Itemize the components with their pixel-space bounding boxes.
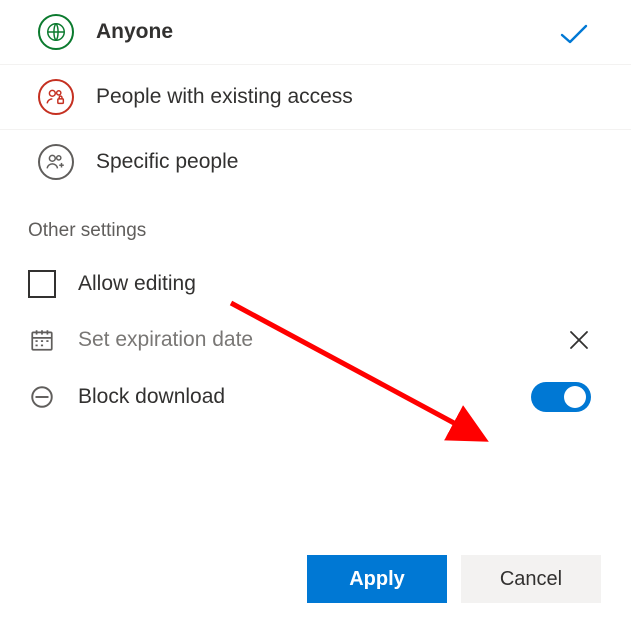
option-anyone[interactable]: Anyone <box>0 0 631 65</box>
expiration-row[interactable]: Set expiration date <box>28 326 591 354</box>
calendar-icon <box>28 326 56 354</box>
option-label: People with existing access <box>96 85 353 109</box>
people-lock-icon <box>38 79 74 115</box>
cancel-button[interactable]: Cancel <box>461 555 601 603</box>
block-download-label: Block download <box>78 385 225 409</box>
checkmark-icon <box>559 22 589 51</box>
other-settings-section: Other settings Allow editing Set expirat… <box>0 194 631 412</box>
people-plus-icon <box>38 144 74 180</box>
block-icon <box>28 383 56 411</box>
expiration-label: Set expiration date <box>78 328 253 352</box>
settings-heading: Other settings <box>28 220 591 242</box>
allow-editing-label: Allow editing <box>78 272 196 296</box>
toggle-knob <box>564 386 586 408</box>
allow-editing-row[interactable]: Allow editing <box>28 270 591 298</box>
block-download-row: Block download <box>28 382 591 412</box>
clear-expiration-button[interactable] <box>567 328 591 352</box>
option-specific-people[interactable]: Specific people <box>0 130 631 194</box>
option-label: Anyone <box>96 20 173 44</box>
globe-icon <box>38 14 74 50</box>
share-options-list: Anyone People with existing access <box>0 0 631 194</box>
dialog-buttons: Apply Cancel <box>307 555 601 603</box>
allow-editing-checkbox[interactable] <box>28 270 56 298</box>
block-download-toggle[interactable] <box>531 382 591 412</box>
apply-button[interactable]: Apply <box>307 555 447 603</box>
option-label: Specific people <box>96 150 238 174</box>
option-existing-access[interactable]: People with existing access <box>0 65 631 130</box>
